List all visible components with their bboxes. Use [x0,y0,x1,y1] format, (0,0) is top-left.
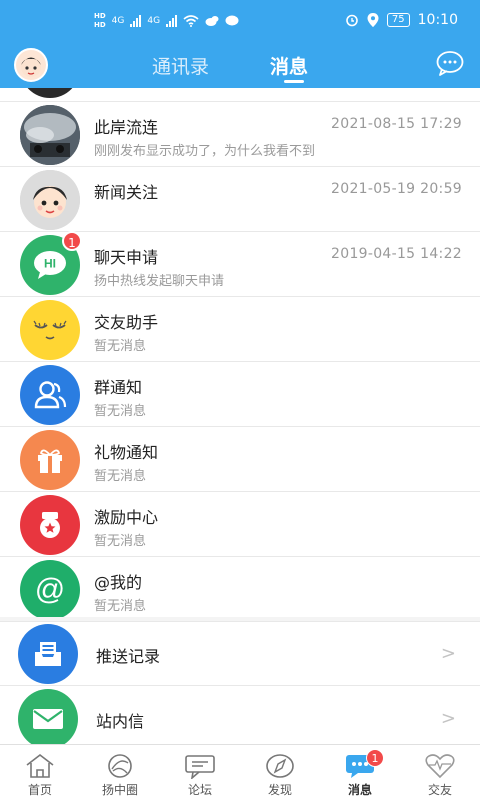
item-title: 聊天申请 [94,248,159,267]
tab-discover[interactable]: 发现 [240,745,320,800]
item-time: 2021-05-19 20:59 [331,181,462,197]
medal-icon [20,495,80,555]
item-preview: 刚刚发布显示成功了，为什么我看不到 [94,144,316,159]
home-icon [26,753,54,778]
heart-icon [425,754,455,779]
tab-friends[interactable]: 交友 [400,745,480,800]
compass-icon [266,754,294,778]
hd-indicator: HD HD [94,12,106,30]
item-title: @我的 [94,573,143,592]
group-icon [20,365,80,425]
item-time: 2021-08-15 17:29 [331,116,462,132]
list-item[interactable]: 此岸流连 2021-08-15 17:29 刚刚发布显示成功了，为什么我看不到 [0,102,480,167]
tab-label: 首页 [27,783,52,797]
item-preview: 暂无消息 [94,404,147,419]
status-bar: HD HD 4G 4G 75 10:10 [0,0,480,44]
list-item[interactable]: 激励中心 暂无消息 [0,492,480,557]
mention-symbol: @ [34,573,66,606]
mention-icon: @ [20,560,80,620]
signal-icon [130,15,142,27]
forum-icon [185,755,215,779]
tab-forum[interactable]: 论坛 [160,745,240,800]
circle-icon [108,754,132,778]
tab-label: 扬中圈 [101,783,138,797]
push-record-icon [18,624,78,684]
item-title: 群通知 [94,378,143,397]
smiley-icon [20,300,80,360]
location-icon [367,13,379,27]
list-item[interactable]: @ @我的 暂无消息 [0,557,480,622]
network-type-2: 4G [147,16,161,26]
tab-circle[interactable]: 扬中圈 [80,745,160,800]
item-title: 此岸流连 [94,118,159,137]
list-item[interactable]: HI 1 聊天申请 2019-04-15 14:22 扬中热线发起聊天申请 [0,231,480,297]
tab-active-indicator [284,80,304,83]
list-item[interactable]: 礼物通知 暂无消息 [0,427,480,492]
weibo-icon [205,16,219,26]
item-preview: 暂无消息 [94,534,147,549]
message-list: 此岸流连 2021-08-15 17:29 刚刚发布显示成功了，为什么我看不到 … [0,88,480,744]
chat-apply-icon: HI 1 [20,231,82,295]
status-left: HD HD 4G 4G [94,12,239,30]
item-title: 新闻关注 [94,183,159,202]
tab-label: 发现 [267,783,292,797]
item-title: 推送记录 [96,647,161,666]
item-title: 礼物通知 [94,443,159,462]
battery-icon: 75 [386,13,410,27]
item-title: 交友助手 [94,313,159,332]
tab-unread-badge: 1 [366,749,384,767]
item-preview: 暂无消息 [94,599,147,614]
hd-top: HD [94,12,106,20]
chat-bubble-icon[interactable] [436,50,464,76]
list-item-partial[interactable] [0,88,480,102]
tab-contacts[interactable]: 通讯录 [152,52,209,79]
push-record-row[interactable]: 推送记录 > [0,621,480,686]
alarm-icon [346,14,358,27]
unread-badge: 1 [62,231,82,251]
bottom-tab-bar: 首页 扬中圈 论坛 发现 1 消息 交友 [0,744,480,800]
item-time: 2019-04-15 14:22 [331,246,462,262]
signal-icon-2 [166,15,178,27]
tab-messages-bottom[interactable]: 1 消息 [320,745,400,800]
status-right: 75 10:10 [345,12,458,28]
list-item[interactable]: 新闻关注 2021-05-19 20:59 [0,167,480,232]
hi-text: HI [44,257,56,271]
tab-label: 消息 [347,783,372,797]
chevron-right-icon: > [440,708,456,729]
item-title: 激励中心 [94,508,159,527]
list-item[interactable]: 交友助手 暂无消息 [0,297,480,362]
list-item[interactable]: 群通知 暂无消息 [0,362,480,427]
header: 通讯录 消息 [0,44,480,88]
tab-label: 交友 [427,783,452,797]
tab-messages[interactable]: 消息 [270,52,308,79]
clock: 10:10 [417,12,458,28]
chevron-right-icon: > [440,643,456,664]
wifi-icon [183,15,199,27]
mail-icon [18,689,78,744]
message-bubble-icon [225,15,239,26]
item-preview: 暂无消息 [94,339,147,354]
tab-label: 论坛 [187,783,212,797]
inbox-row[interactable]: 站内信 > [0,686,480,744]
avatar [20,170,80,230]
item-preview: 扬中热线发起聊天申请 [94,274,225,289]
avatar [20,105,80,165]
item-title: 站内信 [96,712,145,731]
tab-home[interactable]: 首页 [0,745,80,800]
hd-bottom: HD [94,21,106,29]
network-type-1: 4G [111,16,125,26]
user-avatar[interactable] [14,48,48,82]
gift-icon [20,430,80,490]
item-preview: 暂无消息 [94,469,147,484]
avatar-partial [20,88,80,98]
